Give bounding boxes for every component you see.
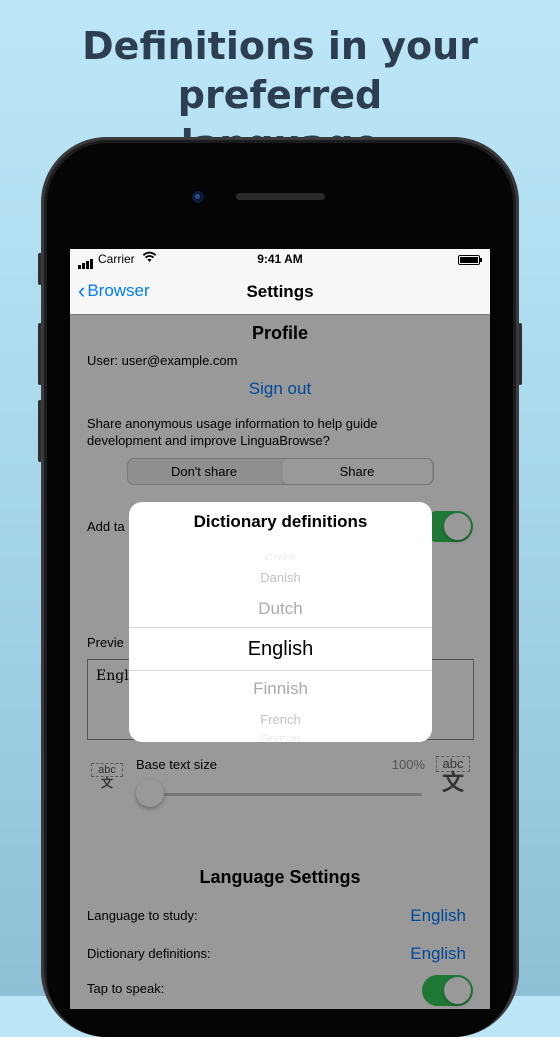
navigation-bar: ‹ Browser Settings [70, 269, 490, 315]
front-camera [192, 191, 204, 203]
picker-selection-top-line [129, 627, 432, 628]
picker-title: Dictionary definitions [193, 512, 368, 531]
nav-title: Settings [246, 282, 314, 301]
headline-line-1: Definitions in your preferred [82, 24, 478, 117]
picker-option[interactable]: Finnish [129, 679, 432, 699]
picker-option[interactable]: German [129, 733, 432, 741]
picker-option[interactable]: French [129, 712, 432, 727]
picker-selection-bottom-line [129, 670, 432, 671]
picker-selected-option[interactable]: English [129, 638, 432, 661]
picker-option[interactable]: Danish [129, 570, 432, 585]
earpiece-speaker [236, 193, 325, 200]
picker-option[interactable]: Dutch [129, 599, 432, 619]
phone-screen: Carrier 9:41 AM ‹ Browser Settings Profil… [70, 249, 490, 1009]
status-bar: Carrier 9:41 AM [70, 249, 490, 269]
status-time: 9:41 AM [257, 252, 303, 266]
battery-icon [458, 255, 482, 265]
picker-option[interactable]: Czech [129, 552, 432, 560]
dictionary-picker-dialog: Dictionary definitions Czech Danish Dutc… [129, 502, 432, 742]
